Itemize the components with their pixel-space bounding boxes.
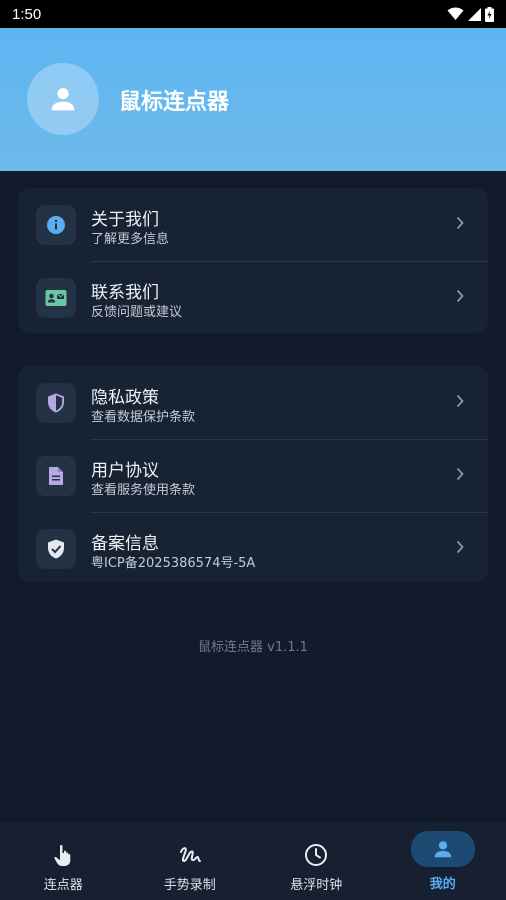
- nav-tab-mine[interactable]: 我的: [380, 822, 506, 900]
- app-title: 鼠标连点器: [119, 90, 230, 115]
- menu-item-title: 联系我们: [91, 283, 159, 303]
- chevron-right-icon: [456, 216, 464, 230]
- menu-item-title: 关于我们: [91, 210, 159, 230]
- menu-item-title: 用户协议: [91, 461, 159, 481]
- signal-icon: [468, 7, 481, 21]
- version-label: 鼠标连点器 v1.1.1: [198, 640, 308, 655]
- menu-item-about-us[interactable]: 关于我们 了解更多信息: [18, 188, 488, 261]
- menu-item-subtitle: 查看服务使用条款: [91, 483, 196, 498]
- shield-icon: [36, 383, 76, 423]
- avatar[interactable]: [27, 63, 99, 135]
- nav-tab-gesture-recording[interactable]: 手势录制: [127, 822, 254, 900]
- menu-item-icp-filing[interactable]: 备案信息 粤ICP备2025386574号-5A: [18, 512, 488, 585]
- tap-icon: [31, 838, 95, 872]
- bottom-nav: 连点器 手势录制 悬浮时钟 我的: [0, 822, 506, 900]
- nav-label: 连点器: [43, 878, 83, 893]
- nav-tab-floating-clock[interactable]: 悬浮时钟: [253, 822, 380, 900]
- status-icons: [447, 6, 494, 22]
- status-bar: 1:50: [0, 0, 506, 28]
- profile-header: 鼠标连点器: [0, 28, 506, 171]
- settings-group-about: 关于我们 了解更多信息 联系我们 反馈问题或建议: [18, 188, 488, 333]
- gesture-icon: [158, 838, 222, 872]
- menu-item-user-agreement[interactable]: 用户协议 查看服务使用条款: [18, 439, 488, 512]
- menu-item-title: 隐私政策: [91, 388, 159, 408]
- menu-item-subtitle: 了解更多信息: [91, 232, 170, 247]
- chevron-right-icon: [456, 467, 464, 481]
- nav-label: 我的: [429, 877, 456, 892]
- menu-item-title: 备案信息: [91, 534, 159, 554]
- nav-tab-clicker[interactable]: 连点器: [0, 822, 127, 900]
- nav-label: 手势录制: [163, 878, 216, 893]
- battery-icon: [485, 6, 494, 22]
- wifi-icon: [447, 7, 464, 20]
- clock-icon: [284, 838, 348, 872]
- menu-item-subtitle: 查看数据保护条款: [91, 410, 196, 425]
- person-icon: [410, 831, 475, 867]
- chevron-right-icon: [456, 289, 464, 303]
- contact-card-icon: [36, 278, 76, 318]
- document-icon: [36, 456, 76, 496]
- info-icon: [36, 205, 76, 245]
- menu-item-subtitle: 反馈问题或建议: [91, 305, 183, 320]
- settings-group-legal: 隐私政策 查看数据保护条款 用户协议 查看服务使用条款 备案信息 粤ICP备20…: [18, 366, 488, 582]
- person-icon: [51, 88, 75, 111]
- menu-item-privacy-policy[interactable]: 隐私政策 查看数据保护条款: [18, 366, 488, 439]
- menu-item-contact-us[interactable]: 联系我们 反馈问题或建议: [18, 261, 488, 334]
- chevron-right-icon: [456, 540, 464, 554]
- chevron-right-icon: [456, 394, 464, 408]
- nav-label: 悬浮时钟: [290, 878, 343, 893]
- verified-shield-icon: [36, 529, 76, 569]
- status-time: 1:50: [12, 5, 42, 23]
- menu-item-subtitle: 粤ICP备2025386574号-5A: [91, 556, 256, 571]
